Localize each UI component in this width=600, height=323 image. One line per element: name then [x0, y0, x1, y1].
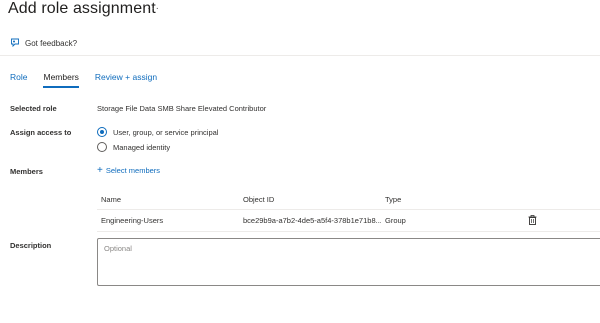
selected-role-label: Selected role	[10, 104, 57, 113]
radio-label-user-group-sp: User, group, or service principal	[113, 127, 219, 137]
members-label: Members	[10, 167, 43, 176]
select-members-label: Select members	[105, 166, 161, 175]
tab-review-assign[interactable]: Review + assign	[95, 72, 157, 88]
select-members-link[interactable]: + Select members	[97, 164, 161, 176]
table-header-divider	[97, 209, 600, 210]
radio-label-managed-identity: Managed identity	[113, 142, 171, 152]
radio-checked-icon	[97, 127, 107, 137]
feedback-icon	[10, 38, 20, 48]
tab-bar: Role Members Review + assign	[10, 72, 173, 88]
more-options-button[interactable]: ···	[147, 3, 160, 14]
radio-unchecked-icon	[97, 142, 107, 152]
tab-members[interactable]: Members	[43, 72, 80, 88]
member-object-id: bce29b9a-a7b2-4de5-a5f4-378b1e71b8...	[243, 216, 381, 225]
member-type: Group	[385, 216, 406, 225]
feedback-button[interactable]: Got feedback?	[10, 38, 77, 48]
page-title: Add role assignment	[8, 0, 156, 17]
description-field-wrapper	[97, 238, 600, 286]
column-header-type: Type	[385, 195, 402, 204]
description-label: Description	[10, 241, 52, 250]
table-row-divider	[97, 231, 600, 232]
member-name: Engineering-Users	[101, 216, 164, 225]
selected-role-value: Storage File Data SMB Share Elevated Con…	[97, 104, 267, 113]
column-header-object-id: Object ID	[243, 195, 275, 204]
radio-user-group-sp[interactable]: User, group, or service principal	[97, 127, 218, 137]
radio-managed-identity[interactable]: Managed identity	[97, 142, 170, 152]
plus-icon: +	[97, 164, 103, 176]
feedback-label: Got feedback?	[25, 38, 78, 48]
tab-role[interactable]: Role	[10, 72, 27, 88]
assign-access-label: Assign access to	[10, 128, 72, 137]
column-header-name: Name	[101, 195, 122, 204]
trash-icon[interactable]	[528, 215, 537, 227]
header-divider	[0, 55, 600, 56]
description-field[interactable]	[98, 239, 600, 285]
